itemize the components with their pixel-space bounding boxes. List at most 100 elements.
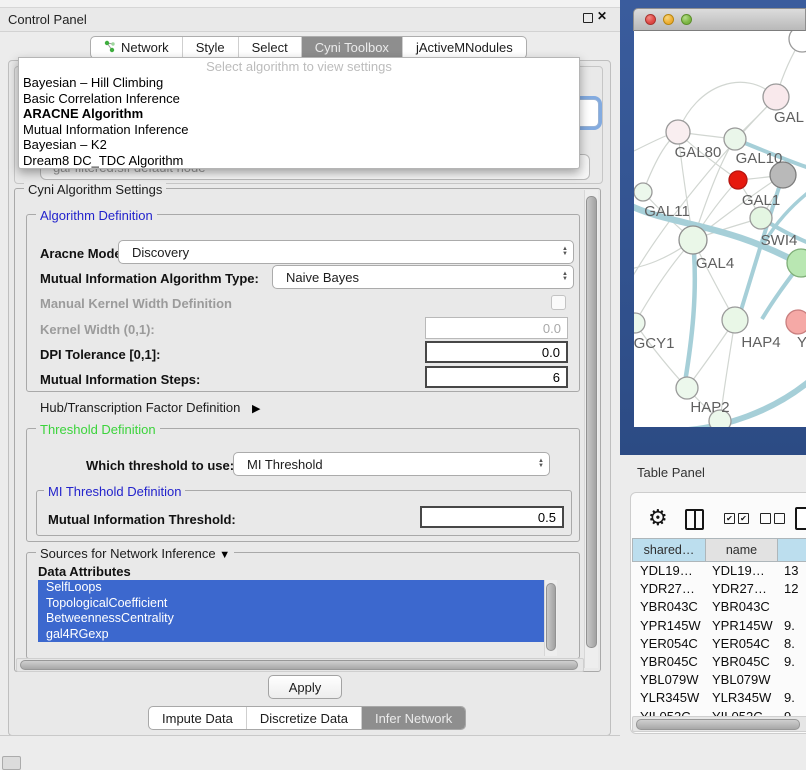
mi-threshold-label: Mutual Information Threshold:: [48, 512, 236, 527]
new-table-icon[interactable]: [795, 507, 806, 530]
table-row-3[interactable]: YPR145WYPR145W9.: [632, 617, 806, 635]
mi-type-combobox[interactable]: Naive Bayes ▲▼: [272, 265, 574, 289]
column-header-clipped[interactable]: A: [778, 538, 806, 562]
algorithm-option-2[interactable]: ARACNE Algorithm: [19, 106, 579, 122]
table-row-5[interactable]: YBR045CYBR045C9.: [632, 653, 806, 671]
attribute-item-0[interactable]: SelfLoops: [38, 580, 544, 596]
network-node-HAP4[interactable]: [722, 307, 748, 333]
deselect-all-checkboxes-icon[interactable]: [760, 513, 785, 524]
window-zoom-traffic-light[interactable]: [681, 14, 692, 25]
table-row-6[interactable]: YBL079WYBL079W: [632, 671, 806, 689]
table-row-0[interactable]: YDL19…YDL19…13: [632, 562, 806, 580]
network-canvas[interactable]: GALGAL80GAL10GAL1GAL11GAL4SWI4GCY1HAP4YH…: [634, 31, 806, 427]
network-node-0[interactable]: [789, 31, 806, 52]
network-window-titlebar[interactable]: [633, 8, 806, 31]
data-attributes-list[interactable]: SelfLoopsTopologicalCoefficientBetweenne…: [38, 580, 544, 656]
table-cell: YDL19…: [640, 562, 693, 580]
hub-definition-label: Hub/Transcription Factor Definition: [40, 400, 240, 415]
attribute-item-3[interactable]: gal4RGexp: [38, 627, 544, 643]
table-cell: YBR043C: [640, 598, 698, 616]
manual-kernel-checkbox[interactable]: [551, 295, 566, 310]
table-header-row: shared… name A: [632, 538, 806, 562]
aracne-mode-combobox[interactable]: Discovery ▲▼: [118, 240, 574, 264]
network-node-Y[interactable]: [786, 310, 806, 334]
network-node-GAL4[interactable]: [679, 226, 707, 254]
apply-button[interactable]: Apply: [268, 675, 342, 699]
tab-label: Network: [121, 40, 169, 55]
table-row-7[interactable]: YLR345WYLR345W9.: [632, 689, 806, 707]
kernel-width-field[interactable]: 0.0: [425, 317, 568, 339]
tab-cyni-toolbox[interactable]: Cyni Toolbox: [302, 37, 403, 58]
aracne-mode-label: Aracne Mode:: [40, 246, 126, 261]
mi-type-label: Mutual Information Algorithm Type:: [40, 271, 259, 286]
table-row-8[interactable]: YIL052CYIL052C9: [632, 708, 806, 716]
network-node-GAL1[interactable]: [729, 171, 747, 189]
network-node-GAL80[interactable]: [666, 120, 690, 144]
algorithm-option-0[interactable]: Bayesian – Hill Climbing: [19, 75, 579, 91]
control-panel-titlebar: [0, 8, 620, 32]
network-node-SWI4[interactable]: [787, 249, 806, 277]
hub-definition-expander[interactable]: Hub/Transcription Factor Definition ▶: [40, 400, 260, 415]
control-panel-tabbar: Network Style Select Cyni Toolbox jActiv…: [90, 36, 527, 59]
mi-threshold-field[interactable]: 0.5: [420, 506, 564, 528]
panel-title: Control Panel: [8, 12, 87, 27]
table-cell: 9.: [784, 689, 795, 707]
tab-select[interactable]: Select: [239, 37, 302, 58]
select-all-checkboxes-icon[interactable]: ✔✔: [724, 513, 749, 524]
algorithm-option-1[interactable]: Basic Correlation Inference: [19, 91, 579, 107]
tab-jactivemnodules[interactable]: jActiveMNodules: [403, 37, 526, 58]
column-header-name[interactable]: name: [706, 538, 778, 562]
expand-right-triangle-icon: ▶: [252, 403, 260, 415]
table-row-2[interactable]: YBR043CYBR043C: [632, 598, 806, 616]
table-body[interactable]: YDL19…YDL19…13YDR27…YDR27…12YBR043CYBR04…: [632, 562, 806, 716]
attributes-scrollbar-thumb[interactable]: [546, 583, 556, 651]
table-cell: 8.: [784, 635, 795, 653]
bottom-corner-button[interactable]: [2, 756, 21, 770]
algorithm-option-3[interactable]: Mutual Information Inference: [19, 122, 579, 138]
table-cell: YBL079W: [712, 671, 771, 689]
combo-stepper-icon: ▲▼: [557, 272, 573, 282]
threshold-definition-title: Threshold Definition: [36, 422, 160, 437]
tab-style[interactable]: Style: [183, 37, 239, 58]
sources-title: Sources for Network Inference: [40, 546, 216, 561]
table-cell: YPR145W: [640, 617, 701, 635]
which-threshold-combobox[interactable]: MI Threshold ▲▼: [233, 452, 550, 476]
close-icon[interactable]: ✕: [597, 9, 607, 23]
tab-discretize-data[interactable]: Discretize Data: [247, 707, 362, 729]
tab-impute-data[interactable]: Impute Data: [149, 707, 247, 729]
table-hscrollbar-thumb[interactable]: [636, 719, 800, 730]
settings-scrollbar-thumb[interactable]: [586, 196, 597, 648]
network-node-GCY1[interactable]: [634, 313, 645, 333]
sources-title-row[interactable]: Sources for Network Inference ▼: [36, 546, 234, 561]
table-row-1[interactable]: YDR27…YDR27…12: [632, 580, 806, 598]
network-node-GAL10[interactable]: [724, 128, 746, 150]
mi-steps-field[interactable]: 6: [425, 366, 568, 388]
tab-infer-network[interactable]: Infer Network: [362, 707, 465, 729]
table-cell: YBR045C: [712, 653, 770, 671]
column-header-shared-name[interactable]: shared…: [632, 538, 706, 562]
network-node-GAL11[interactable]: [634, 183, 652, 201]
window-minimize-traffic-light[interactable]: [663, 14, 674, 25]
network-node-HAP2[interactable]: [676, 377, 698, 399]
table-panel-title: Table Panel: [637, 465, 705, 480]
algorithm-option-5[interactable]: Dream8 DC_TDC Algorithm: [19, 153, 579, 169]
table-row-4[interactable]: YER054CYER054C8.: [632, 635, 806, 653]
settings-hscrollbar-thumb[interactable]: [20, 660, 578, 670]
network-icon: [104, 40, 116, 56]
table-cell: YDL19…: [712, 562, 765, 580]
network-node-GAL[interactable]: [763, 84, 789, 110]
float-window-icon[interactable]: [583, 13, 593, 23]
table-cell: YER054C: [712, 635, 770, 653]
network-node-7[interactable]: [750, 207, 772, 229]
algorithm-option-4[interactable]: Bayesian – K2: [19, 137, 579, 153]
attribute-item-1[interactable]: TopologicalCoefficient: [38, 596, 544, 612]
algorithm-definition-title: Algorithm Definition: [36, 208, 157, 223]
dpi-tolerance-field[interactable]: 0.0: [425, 341, 568, 363]
window-close-traffic-light[interactable]: [645, 14, 656, 25]
attribute-item-2[interactable]: BetweennessCentrality: [38, 611, 544, 627]
gear-icon[interactable]: ⚙: [648, 505, 668, 531]
kernel-width-label: Kernel Width (0,1):: [40, 322, 155, 337]
control-panel-bottom-border: [0, 735, 620, 736]
columns-icon[interactable]: [685, 509, 704, 530]
tab-network[interactable]: Network: [91, 37, 183, 58]
